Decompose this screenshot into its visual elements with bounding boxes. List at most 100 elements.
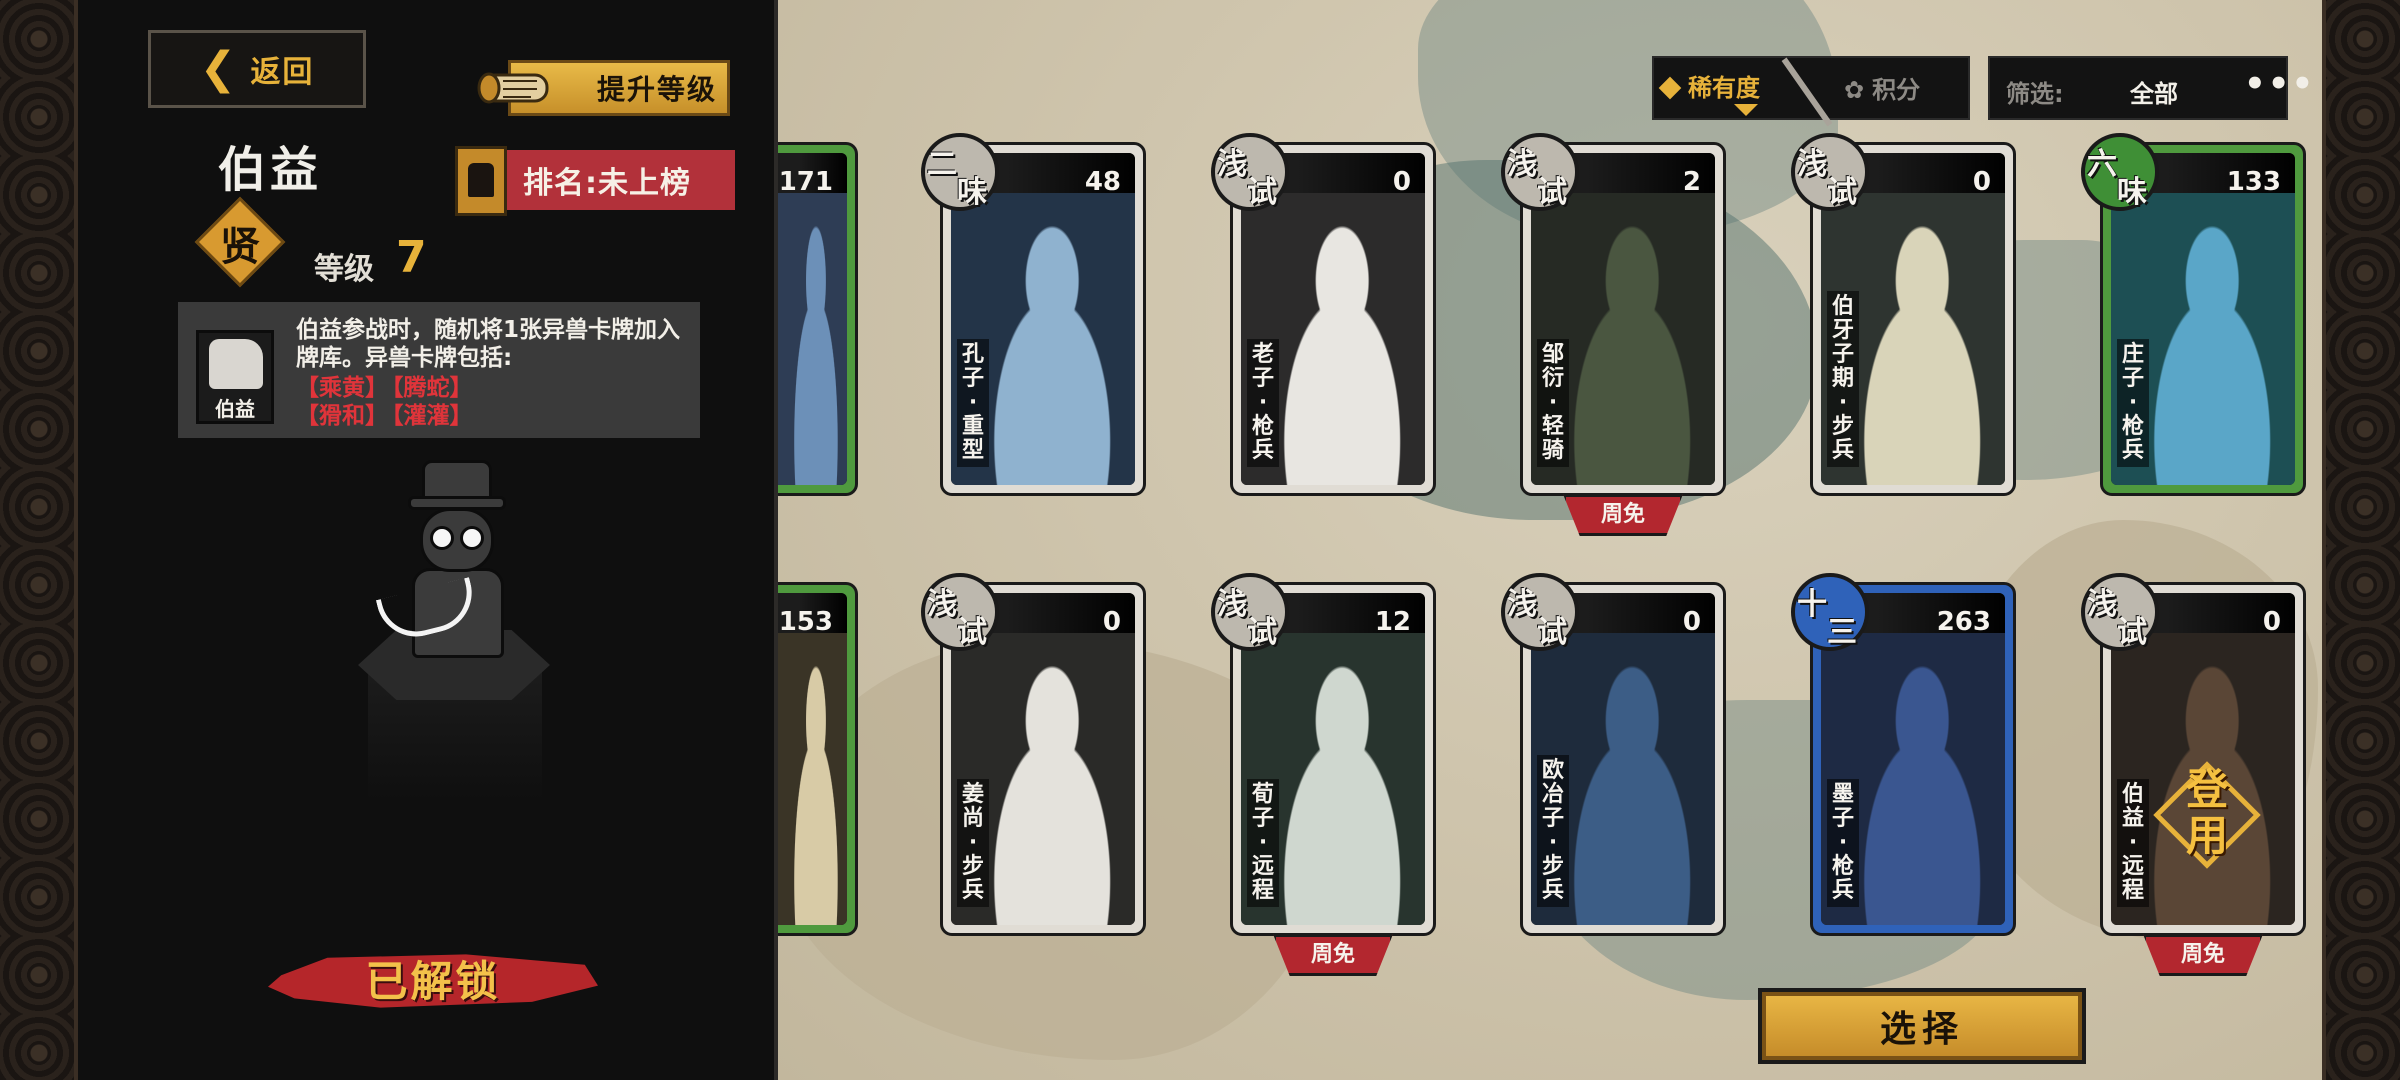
card-count: 171 — [778, 167, 833, 197]
card-hero-name: 老子 · 枪兵 — [1247, 339, 1279, 467]
card-hero-name: 姜尚 · 步兵 — [957, 779, 989, 907]
hero-figure — [338, 460, 598, 800]
rarity-badge-text: 六 — [2087, 147, 2117, 182]
skill-tag: 【灌灌】 — [392, 403, 473, 429]
card-count: 133 — [2226, 167, 2281, 197]
rarity-badge: 浅试 — [921, 573, 999, 651]
rarity-badge-text: 浅 — [1217, 587, 1247, 622]
scroll-icon — [477, 72, 549, 104]
hero-card[interactable]: 153 — [778, 582, 858, 936]
filter-label: 筛选: — [2006, 80, 2064, 108]
chevron-left-icon: ❮ — [199, 43, 237, 94]
hero-detail-panel: ❮ 返回 提升等级 伯益 排名:未上榜 贤 等级 7 伯益 伯益参战时，随机将1… — [78, 0, 778, 1080]
skill-description: 伯益参战时，随机将1张异兽卡牌加入牌库。异兽卡牌包括: — [296, 317, 681, 371]
sort-toggle: 稀有度 ✿ 积分 — [1652, 56, 1970, 127]
rarity-badge: 浅试 — [2081, 573, 2159, 651]
sort-rarity-tab[interactable]: 稀有度 — [1658, 68, 1760, 103]
rarity-badge: 十三 — [1791, 573, 1869, 651]
hero-card[interactable]: 48 孔子 · 重型 二味 — [921, 133, 1146, 496]
hero-card[interactable]: 0 老子 · 枪兵 浅试 — [1211, 133, 1436, 496]
rarity-badge-text: 试 — [1247, 175, 1277, 210]
filter-dropdown[interactable]: 筛选: 全部 ••• — [1988, 56, 2313, 120]
hero-card[interactable]: 2 邹衍 · 轻骑 浅试 — [1501, 133, 1726, 496]
skill-description-box: 伯益 伯益参战时，随机将1张异兽卡牌加入牌库。异兽卡牌包括: 【乘黄】 【腾蛇】 … — [178, 302, 700, 438]
rank-icon — [455, 146, 507, 216]
rarity-badge: 浅试 — [1501, 573, 1579, 651]
unlocked-status: 已解锁 — [268, 940, 598, 1020]
beast-icon — [209, 339, 263, 389]
hero-card[interactable]: 263 墨子 · 枪兵 十三 — [1791, 573, 2016, 936]
week-free-badge: 周免 — [2143, 934, 2263, 976]
hero-card[interactable]: 0 伯益 · 远程 登用 浅试 — [2081, 573, 2306, 936]
grade-label: 贤 — [220, 224, 260, 270]
card-hero-name: 欧冶子 · 步兵 — [1537, 755, 1569, 907]
rarity-badge: 浅试 — [1211, 133, 1289, 211]
card-count: 0 — [2262, 607, 2281, 637]
rarity-badge: 浅试 — [1501, 133, 1579, 211]
hero-card[interactable]: 0 伯牙子期 · 步兵 浅试 — [1791, 133, 2016, 496]
week-free-badge: 周免 — [1563, 494, 1683, 536]
hero-card[interactable]: 12 荀子 · 远程 浅试 — [1211, 573, 1436, 936]
rarity-badge-text: 试 — [1537, 615, 1567, 650]
flower-icon: ✿ — [1844, 76, 1865, 104]
card-hero-name: 孔子 · 重型 — [957, 339, 989, 467]
upgrade-label: 提升等级 — [596, 73, 717, 106]
sort-rarity-label: 稀有度 — [1688, 74, 1760, 102]
rarity-badge-text: 浅 — [1797, 147, 1827, 182]
card-hero-name: 荀子 · 远程 — [1247, 779, 1279, 907]
card-count: 12 — [1374, 607, 1411, 637]
diamond-icon — [1658, 76, 1682, 100]
upgrade-level-button[interactable]: 提升等级 — [477, 60, 730, 116]
hero-portrait — [778, 633, 847, 925]
hero-card[interactable]: 0 欧冶子 · 步兵 浅试 — [1501, 573, 1726, 936]
level-label: 等级 — [314, 252, 374, 287]
card-hero-name: 庄子 · 枪兵 — [2117, 339, 2149, 467]
rank-text: 排名:未上榜 — [523, 166, 691, 201]
card-count: 2 — [1682, 167, 1701, 197]
rarity-badge-text: 浅 — [1217, 147, 1247, 182]
card-count: 0 — [1682, 607, 1701, 637]
card-count: 48 — [1084, 167, 1121, 197]
rarity-badge: 浅试 — [1211, 573, 1289, 651]
skill-icon: 伯益 — [196, 330, 274, 424]
rarity-badge-text: 味 — [957, 175, 987, 210]
rarity-badge-text: 味 — [2117, 175, 2147, 210]
skill-tag: 【乘黄】 — [296, 375, 388, 401]
hero-name: 伯益 — [218, 142, 323, 198]
rarity-badge-text: 试 — [1247, 615, 1277, 650]
divider — [1781, 57, 1833, 127]
unlocked-label: 已解锁 — [365, 957, 501, 1006]
left-border-decoration — [0, 0, 78, 1080]
skill-icon-label: 伯益 — [215, 397, 255, 421]
card-count: 0 — [1102, 607, 1121, 637]
card-count: 153 — [778, 607, 833, 637]
rarity-badge-text: 试 — [1537, 175, 1567, 210]
back-label: 返回 — [250, 55, 315, 90]
hero-card[interactable]: 0 姜尚 · 步兵 浅试 — [921, 573, 1146, 936]
rarity-badge-text: 二 — [927, 147, 957, 182]
card-count: 263 — [1936, 607, 1991, 637]
card-count: 0 — [1392, 167, 1411, 197]
rarity-badge: 二味 — [921, 133, 999, 211]
hero-card[interactable]: 171 — [778, 142, 858, 496]
card-hero-name: 伯益 · 远程 — [2117, 779, 2149, 907]
rarity-badge-text: 试 — [1827, 175, 1857, 210]
recruit-stamp-label: 登用 — [2185, 765, 2228, 860]
more-icon[interactable]: ••• — [2244, 64, 2315, 104]
rarity-badge-text: 浅 — [2087, 587, 2117, 622]
card-count: 0 — [1972, 167, 1991, 197]
select-button[interactable]: 选择 — [1758, 988, 2086, 1064]
card-hero-name: 墨子 · 枪兵 — [1827, 779, 1859, 907]
skill-tag: 【猾和】 — [296, 403, 388, 429]
rarity-badge: 六味 — [2081, 133, 2159, 211]
hero-card[interactable]: 133 庄子 · 枪兵 六味 — [2081, 133, 2306, 496]
rarity-badge-text: 试 — [957, 615, 987, 650]
select-label: 选择 — [1879, 1009, 1964, 1050]
skill-tags: 【乘黄】 【腾蛇】 【猾和】 【灌灌】 — [296, 374, 692, 430]
sort-score-label: 积分 — [1872, 76, 1921, 104]
skill-tag: 【腾蛇】 — [392, 375, 473, 401]
rarity-badge-text: 浅 — [1507, 147, 1537, 182]
back-button[interactable]: ❮ 返回 — [148, 30, 366, 108]
rarity-badge-text: 试 — [2117, 615, 2147, 650]
sort-score-tab[interactable]: ✿ 积分 — [1844, 70, 1920, 105]
